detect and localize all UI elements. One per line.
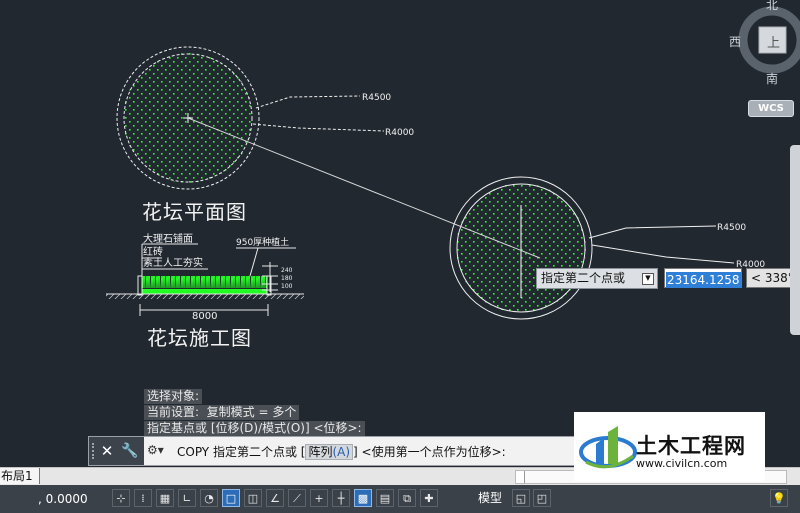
grip-icon[interactable]: [92, 443, 98, 459]
plan-title: 花坛平面图: [142, 200, 247, 224]
dynamic-input-prompt: 指定第二个点或 ▼: [536, 268, 658, 289]
tab-layout1[interactable]: 布局1: [0, 468, 40, 484]
construction-title: 花坛施工图: [147, 326, 252, 350]
quick-view-layouts-icon[interactable]: ◱: [512, 489, 530, 507]
compass-north[interactable]: 北: [766, 0, 778, 13]
command-input[interactable]: COPY 指定第二个点或 [阵列(A)] <使用第一个点作为位移>:: [177, 443, 506, 460]
copied-circle[interactable]: [449, 176, 593, 320]
array-option[interactable]: 阵列(A): [305, 444, 354, 460]
soil-note: 950厚种植土: [236, 236, 289, 248]
close-icon[interactable]: ✕: [100, 442, 114, 460]
status-bar: , 0.0000 ⊹ ⁞ ▦ ∟ ◔ □ ◫ ∠ ⟋ + ┼ ▩ ▤ ⧉ ✚ 模…: [0, 485, 800, 513]
history-line-3: 指定基点或 [位移(D)/模式(O)] <位移>:: [144, 421, 365, 436]
grid-icon[interactable]: ▦: [156, 489, 174, 507]
compass-south[interactable]: 南: [766, 70, 778, 87]
navigation-bar[interactable]: [790, 145, 800, 335]
ortho-icon[interactable]: ∟: [178, 489, 196, 507]
radius-label-inner-plan: R4000: [385, 128, 414, 138]
dyn-icon[interactable]: +: [310, 489, 328, 507]
command-line-handle[interactable]: ✕ 🔧: [89, 437, 144, 465]
dynamic-input-prompt-text: 指定第二个点或: [541, 271, 626, 285]
array-option-label[interactable]: 阵列: [308, 445, 332, 459]
dim-8000: 8000: [192, 311, 217, 322]
coordinate-readout: , 0.0000: [38, 492, 88, 506]
down-arrow-icon[interactable]: ▼: [642, 273, 654, 285]
lightbulb-icon[interactable]: 💡: [770, 489, 788, 507]
distance-input[interactable]: 23164.1258: [664, 268, 742, 288]
command-suffix: ] <使用第一个点作为位移>:: [353, 445, 506, 459]
command-prefix: COPY 指定第二个点或 [: [177, 445, 306, 459]
array-option-key[interactable]: (A): [332, 445, 350, 459]
command-line[interactable]: ✕ 🔧 ⚙▾ COPY 指定第二个点或 [阵列(A)] <使用第一个点作为位移>…: [88, 436, 575, 466]
3d-osnap-icon[interactable]: ◫: [244, 489, 262, 507]
distance-value[interactable]: 23164.1258: [666, 272, 741, 288]
section-detail[interactable]: [106, 243, 304, 316]
dim-180: 180: [281, 275, 293, 282]
layer-label-brick: 红砖: [143, 245, 163, 258]
radius-label-outer-copy: R4500: [717, 223, 746, 233]
displacement-line: [187, 117, 541, 259]
watermark-name: 土木工程网: [636, 434, 746, 458]
command-history-icon[interactable]: ⚙▾: [147, 443, 164, 457]
selection-cycling-icon[interactable]: ⧉: [398, 489, 416, 507]
dim-100: 100: [281, 283, 293, 290]
wrench-icon[interactable]: 🔧: [121, 442, 138, 460]
compass-west[interactable]: 西: [729, 33, 741, 50]
copied-radius-leaders: [588, 225, 735, 264]
layer-label-soil: 素土人工夯实: [143, 256, 203, 269]
transparency-icon[interactable]: ▩: [354, 489, 372, 507]
drawing-canvas[interactable]: R4500 R4000 R4500 R4000 大理石铺面 红砖 素土人工夯实 …: [0, 0, 800, 466]
quick-properties-icon[interactable]: ▤: [376, 489, 394, 507]
dim-240: 240: [281, 267, 293, 274]
watermark-logo: 土木工程网 www.civilcn.com: [574, 412, 765, 481]
watermark-url: www.civilcn.com: [636, 457, 728, 470]
otrack-icon[interactable]: ∠: [266, 489, 284, 507]
infer-constraints-icon[interactable]: ⊹: [112, 489, 130, 507]
radius-label-outer-plan: R4500: [362, 93, 391, 103]
viewcube-top-face[interactable]: 上: [767, 32, 780, 51]
quick-view-drawings-icon[interactable]: ◰: [533, 489, 551, 507]
viewcube[interactable]: 北 西 南 上: [729, 0, 800, 87]
osnap-icon[interactable]: □: [222, 489, 240, 507]
history-line-1: 选择对象:: [144, 389, 203, 404]
history-line-2: 当前设置: 复制模式 = 多个: [144, 405, 300, 420]
snap-icon[interactable]: ⁞: [134, 489, 152, 507]
globe-logo-icon: [579, 426, 637, 469]
lineweight-icon[interactable]: ┼: [332, 489, 350, 507]
wcs-menu[interactable]: WCS: [748, 100, 794, 117]
layer-label-marble: 大理石铺面: [143, 232, 193, 245]
annotation-monitor-icon[interactable]: ✚: [420, 489, 438, 507]
ducs-icon[interactable]: ⟋: [288, 489, 306, 507]
model-space-button[interactable]: 模型: [478, 489, 502, 507]
polar-icon[interactable]: ◔: [200, 489, 218, 507]
scrollbar-thumb[interactable]: [516, 471, 525, 483]
